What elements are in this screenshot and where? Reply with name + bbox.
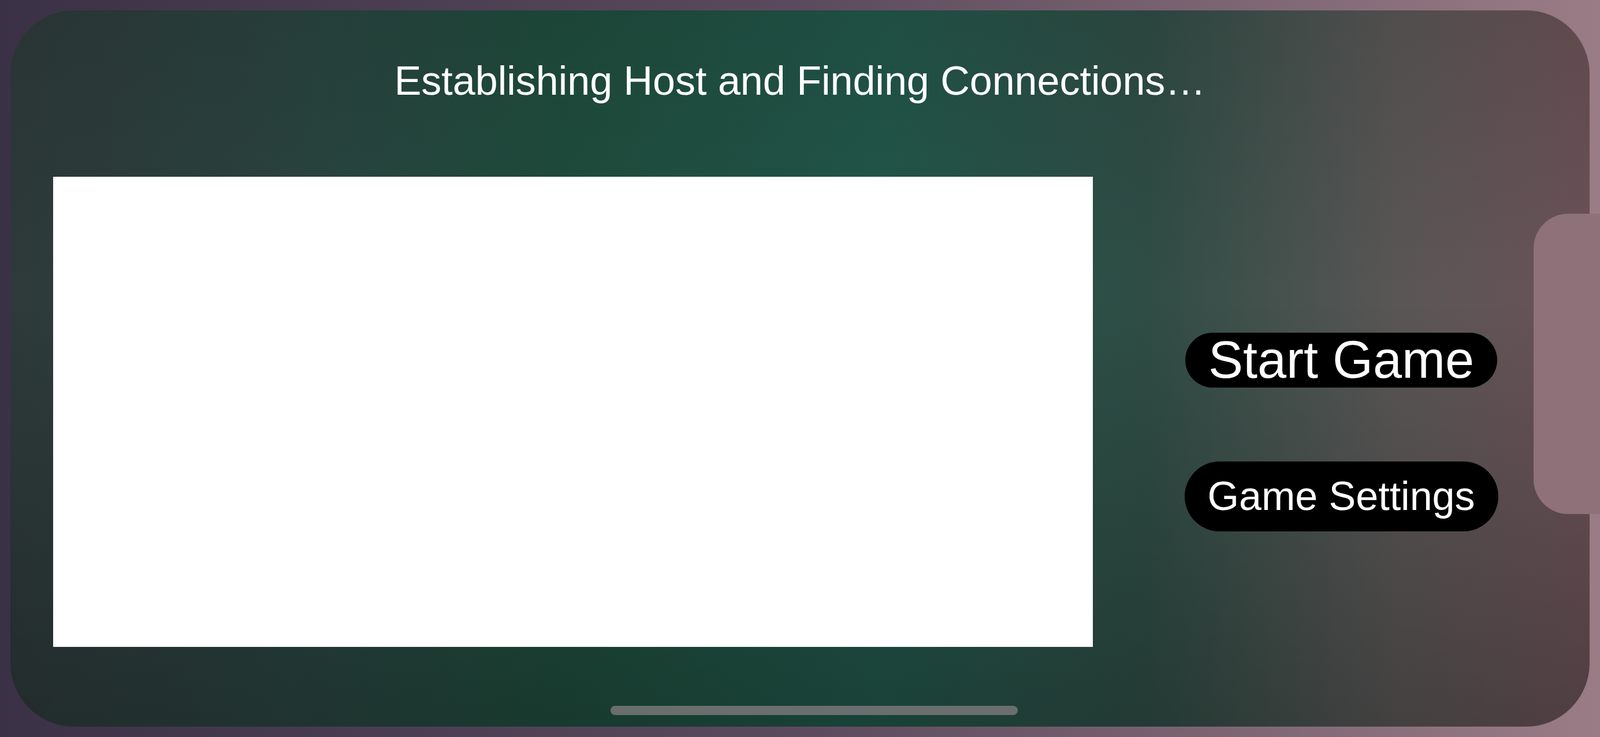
device-frame: Establishing Host and Finding Connection… (0, 0, 1600, 737)
title-row: Establishing Host and Finding Connection… (10, 10, 1590, 106)
status-title: Establishing Host and Finding Connection… (394, 56, 1207, 106)
home-indicator (610, 705, 1018, 716)
game-settings-button[interactable]: Game Settings (1184, 461, 1499, 532)
button-column: Start Game Game Settings (1092, 176, 1590, 532)
lobby-screen: Establishing Host and Finding Connection… (10, 10, 1590, 727)
start-game-button[interactable]: Start Game (1185, 332, 1498, 388)
device-notch (1533, 213, 1600, 515)
main-row: Start Game Game Settings (10, 105, 1590, 647)
connection-list[interactable] (53, 176, 1093, 647)
